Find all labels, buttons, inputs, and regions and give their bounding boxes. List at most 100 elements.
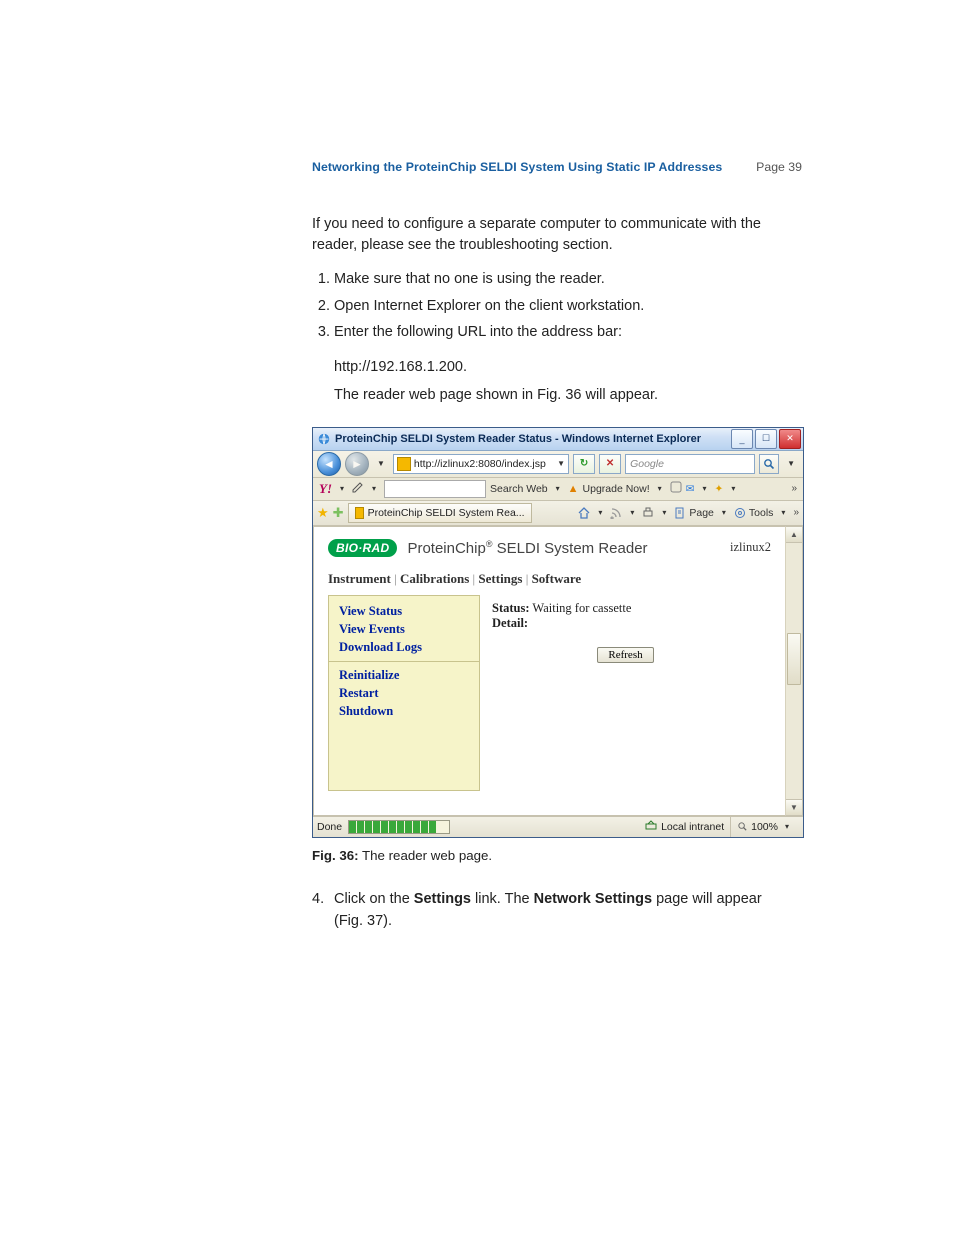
- progress-bar: [348, 820, 450, 834]
- warning-icon: ▲: [568, 483, 579, 495]
- yahoo-icon-2[interactable]: ✦: [715, 483, 724, 495]
- commandbar-overflow[interactable]: »: [793, 507, 799, 518]
- go-refresh-button[interactable]: ↻: [573, 454, 595, 474]
- intro-paragraph: If you need to configure a separate comp…: [312, 214, 802, 256]
- window-title: ProteinChip SELDI System Reader Status -…: [335, 433, 731, 445]
- tab-title: ProteinChip SELDI System Rea...: [368, 507, 525, 519]
- sidebar-download-logs[interactable]: Download Logs: [339, 640, 469, 655]
- mail-icon[interactable]: ✉: [686, 483, 695, 495]
- step-3-url: http://192.168.1.200.: [334, 357, 802, 379]
- figure-caption: Fig. 36: The reader web page.: [312, 848, 802, 863]
- step-4-bold2: Network Settings: [534, 891, 652, 907]
- nav-instrument[interactable]: Instrument: [328, 571, 391, 586]
- browser-tab[interactable]: ProteinChip SELDI System Rea...: [348, 503, 532, 523]
- forward-button[interactable]: ►: [345, 452, 369, 476]
- tools-menu-dd[interactable]: ▾: [777, 508, 789, 517]
- running-header-page: Page 39: [756, 160, 802, 174]
- sidebar-reinitialize[interactable]: Reinitialize: [339, 668, 469, 683]
- print-menu[interactable]: ▾: [658, 508, 670, 517]
- step-4-c: link. The: [471, 891, 534, 907]
- titlebar[interactable]: ProteinChip SELDI System Reader Status -…: [313, 428, 803, 451]
- ie-icon: [317, 432, 331, 446]
- yahoo-upgrade[interactable]: Upgrade Now!: [583, 483, 650, 495]
- address-dropdown[interactable]: ▼: [554, 459, 565, 468]
- pencil-menu[interactable]: ▾: [368, 484, 380, 493]
- scroll-up-button[interactable]: ▲: [786, 527, 802, 543]
- feeds-button[interactable]: [610, 507, 622, 519]
- status-label: Status:: [492, 601, 530, 615]
- status-text: Done: [317, 821, 342, 833]
- mail-menu[interactable]: ▾: [698, 484, 710, 493]
- address-bar[interactable]: http://izlinux2:8080/index.jsp ▼: [393, 454, 569, 474]
- step-4: 4.Click on the Settings link. The Networ…: [312, 889, 802, 933]
- zoom-level: 100%: [751, 821, 778, 833]
- step-1: Make sure that no one is using the reade…: [334, 268, 802, 290]
- refresh-button[interactable]: Refresh: [597, 647, 653, 663]
- scroll-thumb[interactable]: [787, 633, 801, 685]
- reader-title: ProteinChip® SELDI System Reader: [407, 539, 647, 557]
- add-favorite-icon[interactable]: ✚: [333, 505, 344, 521]
- zone-icon: [645, 819, 657, 834]
- nav-calibrations[interactable]: Calibrations: [400, 571, 469, 586]
- search-box[interactable]: Google: [625, 454, 755, 474]
- page-menu-dd[interactable]: ▾: [718, 508, 730, 517]
- page-favicon: [397, 457, 411, 471]
- favorites-icon[interactable]: ★: [317, 505, 329, 521]
- yahoo-search-input[interactable]: [384, 480, 486, 498]
- nav-history-dropdown[interactable]: ▼: [373, 459, 389, 468]
- page-menu-label: Page: [689, 507, 714, 519]
- print-button[interactable]: [642, 507, 654, 519]
- tools-menu-label: Tools: [749, 507, 774, 519]
- reader-hostname: izlinux2: [730, 540, 771, 555]
- close-button[interactable]: ✕: [779, 429, 801, 449]
- nav-software[interactable]: Software: [532, 571, 582, 586]
- reader-title-tail: SELDI System Reader: [497, 540, 648, 557]
- back-button[interactable]: ◄: [317, 452, 341, 476]
- stop-button[interactable]: ✕: [599, 454, 621, 474]
- step-4-number: 4.: [312, 889, 334, 911]
- yahoo-search-web[interactable]: Search Web: [490, 483, 548, 495]
- tools-menu[interactable]: Tools: [734, 507, 774, 519]
- yahoo-icon2-menu[interactable]: ▾: [727, 484, 739, 493]
- yahoo-upgrade-menu[interactable]: ▾: [654, 484, 666, 493]
- step-4-bold1: Settings: [414, 891, 471, 907]
- maximize-button[interactable]: ☐: [755, 429, 777, 449]
- zoom-control[interactable]: 100% ▾: [730, 817, 799, 837]
- scroll-track[interactable]: [786, 543, 802, 799]
- search-button[interactable]: [759, 454, 779, 474]
- nav-settings[interactable]: Settings: [478, 571, 522, 586]
- home-menu[interactable]: ▾: [594, 508, 606, 517]
- tab-favicon: [355, 507, 364, 519]
- ie-window: ProteinChip SELDI System Reader Status -…: [312, 427, 804, 838]
- yahoo-overflow[interactable]: »: [791, 483, 797, 494]
- step-3-result: The reader web page shown in Fig. 36 wil…: [334, 385, 802, 407]
- security-zone: Local intranet: [661, 821, 724, 833]
- vertical-scrollbar[interactable]: ▲ ▼: [785, 526, 803, 816]
- yahoo-icon-1[interactable]: [670, 481, 682, 496]
- minimize-button[interactable]: _: [731, 429, 753, 449]
- sidebar-shutdown[interactable]: Shutdown: [339, 704, 469, 719]
- sidebar-restart[interactable]: Restart: [339, 686, 469, 701]
- detail-label: Detail:: [492, 616, 528, 630]
- sidebar-view-status[interactable]: View Status: [339, 604, 469, 619]
- home-button[interactable]: [578, 507, 590, 519]
- yahoo-searchweb-menu[interactable]: ▾: [552, 484, 564, 493]
- zoom-dropdown[interactable]: ▾: [781, 822, 793, 831]
- step-4-e: (Fig. 37).: [334, 913, 392, 929]
- biorad-logo: BIO·RAD: [328, 539, 397, 557]
- yahoo-toolbar-logo[interactable]: Y!: [319, 481, 332, 497]
- step-3: Enter the following URL into the address…: [334, 321, 802, 343]
- feeds-menu[interactable]: ▾: [626, 508, 638, 517]
- status-value: Waiting for cassette: [532, 601, 631, 615]
- yahoo-menu[interactable]: ▾: [336, 484, 348, 493]
- page-menu[interactable]: Page: [674, 507, 714, 519]
- sidebar-view-events[interactable]: View Events: [339, 622, 469, 637]
- step-2: Open Internet Explorer on the client wor…: [334, 295, 802, 317]
- figure-label: Fig. 36:: [312, 848, 359, 863]
- scroll-down-button[interactable]: ▼: [786, 799, 802, 815]
- address-url: http://izlinux2:8080/index.jsp: [414, 458, 554, 470]
- running-header-title: Networking the ProteinChip SELDI System …: [312, 160, 722, 174]
- search-provider-dropdown[interactable]: ▼: [783, 459, 799, 468]
- pencil-icon[interactable]: [352, 481, 364, 496]
- reader-sidebar: View Status View Events Download Logs Re…: [328, 595, 480, 791]
